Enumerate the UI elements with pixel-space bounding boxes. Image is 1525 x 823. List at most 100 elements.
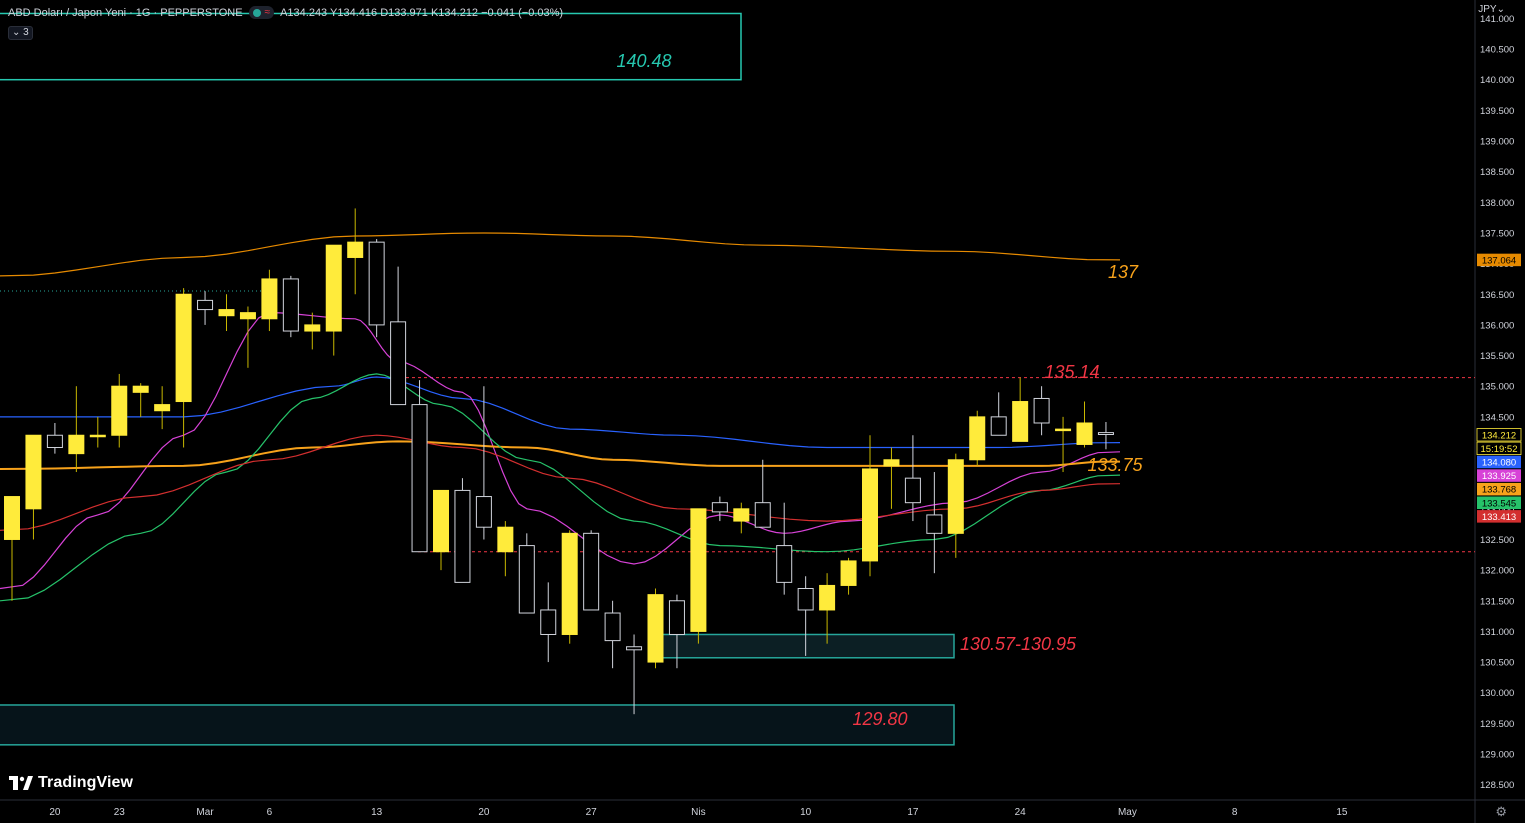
x-tick-label: 10 — [800, 807, 812, 818]
chart-background — [0, 0, 1525, 823]
label-129-80: 129.80 — [852, 709, 907, 729]
price-label-text: 133.768 — [1482, 485, 1516, 496]
ohlc-values: A134.243 Y134.416 D133.971 K134.212 −0.0… — [280, 6, 564, 19]
price-label-text: 15:19:52 — [1481, 444, 1518, 455]
candle-body — [626, 646, 643, 651]
zone-box-2 — [0, 704, 955, 746]
candle-body — [754, 502, 771, 528]
candle-body — [132, 385, 149, 393]
price-label-text: 133.925 — [1482, 471, 1516, 482]
x-tick-label: Nis — [691, 807, 705, 818]
tradingview-logo-icon — [9, 776, 33, 790]
y-tick-label: 129.000 — [1480, 750, 1514, 761]
y-tick-label: 139.000 — [1480, 136, 1514, 147]
price-label-text: 133.413 — [1482, 512, 1516, 523]
x-tick-label: May — [1118, 807, 1137, 818]
candle-body — [583, 532, 600, 611]
x-tick-label: 15 — [1336, 807, 1348, 818]
wave-icon: ≈ — [264, 7, 271, 18]
candle-body — [497, 526, 514, 553]
indicator-count: 3 — [23, 27, 29, 38]
candle-body — [947, 459, 964, 534]
y-tick-label: 131.500 — [1480, 596, 1514, 607]
settings-gear-icon[interactable]: ⚙ — [1495, 804, 1507, 820]
y-tick-label: 136.500 — [1480, 290, 1514, 301]
candle-body — [733, 508, 750, 522]
zone-box-1 — [653, 633, 955, 659]
candle-body — [154, 404, 171, 412]
candle-body — [433, 489, 449, 553]
candle-body — [561, 532, 578, 635]
candle-body — [711, 502, 728, 513]
candle-body — [926, 514, 943, 534]
y-tick-label: 135.000 — [1480, 382, 1514, 393]
candle-body — [668, 600, 685, 635]
candle-body — [904, 477, 921, 504]
x-tick-label: 23 — [114, 807, 126, 818]
label-137: 137 — [1108, 262, 1139, 282]
brand-name: TradingView — [38, 774, 134, 791]
status-pill[interactable]: ≈ — [248, 6, 275, 19]
candle-body — [111, 385, 128, 436]
candle-body — [454, 489, 471, 583]
candle-body — [776, 545, 793, 583]
tradingview-logo: TradingView — [9, 774, 133, 792]
y-tick-label: 137.500 — [1480, 228, 1514, 239]
symbol-title[interactable]: ABD Doları / Japon Yeni · 1G · PEPPERSTO… — [8, 7, 243, 19]
candle-body — [647, 594, 664, 663]
candle-body — [797, 588, 814, 611]
y-tick-label: 138.500 — [1480, 167, 1514, 178]
price-label-text: 134.212 — [1482, 430, 1516, 441]
y-tick-label: 132.000 — [1480, 566, 1514, 577]
y-tick-label: 141.000 — [1480, 14, 1514, 25]
candle-body — [518, 545, 535, 614]
x-tick-label: 27 — [586, 807, 598, 818]
candle-body — [840, 560, 857, 586]
x-tick-label: 17 — [907, 807, 919, 818]
x-tick-label: 6 — [267, 807, 273, 818]
candle-body — [475, 496, 492, 528]
indicators-toggle[interactable]: ⌄ 3 — [8, 26, 33, 40]
candle-body — [239, 312, 256, 320]
candle-body — [4, 496, 20, 540]
label-130-57-130-95: 130.57-130.95 — [960, 634, 1077, 654]
x-tick-label: 20 — [478, 807, 490, 818]
x-tick-label: 24 — [1015, 807, 1027, 818]
candle-body — [325, 244, 342, 332]
label-140-48: 140.48 — [616, 51, 671, 71]
candle-body — [1097, 432, 1114, 436]
price-label-text: 133.545 — [1482, 498, 1516, 509]
candle-body — [969, 416, 986, 461]
candle-body — [368, 241, 385, 326]
price-label-text: 137.064 — [1482, 255, 1516, 266]
y-tick-label: 140.500 — [1480, 45, 1514, 56]
y-tick-label: 136.000 — [1480, 320, 1514, 331]
candle-body — [604, 612, 621, 642]
market-open-icon — [252, 8, 261, 17]
x-tick-label: 20 — [49, 807, 61, 818]
y-tick-label: 135.500 — [1480, 351, 1514, 362]
candle-body — [819, 584, 836, 611]
x-tick-label: Mar — [196, 807, 214, 818]
candle-body — [990, 416, 1007, 436]
candle-body — [347, 241, 364, 258]
label-135-14: 135.14 — [1044, 362, 1099, 382]
candle-body — [282, 278, 299, 332]
x-tick-label: 8 — [1232, 807, 1238, 818]
x-tick-label: 13 — [371, 807, 383, 818]
y-tick-label: 128.500 — [1480, 780, 1514, 791]
price-chart[interactable]: 140.48 137 135.14 133.75 130.57-130.95 129.80… — [0, 0, 1525, 823]
currency-selector[interactable]: JPY⌄ — [1478, 4, 1505, 15]
candle-body — [89, 434, 106, 438]
candle-body — [1033, 397, 1050, 424]
y-tick-label: 138.000 — [1480, 198, 1514, 209]
candle-body — [197, 299, 214, 311]
candle-body — [390, 321, 407, 406]
candle-body — [1012, 401, 1029, 442]
y-tick-label: 131.000 — [1480, 627, 1514, 638]
candle-body — [68, 434, 85, 455]
candle-body — [218, 309, 235, 317]
chart-header: ABD Doları / Japon Yeni · 1G · PEPPERSTO… — [8, 6, 563, 19]
y-tick-label: 134.500 — [1480, 412, 1514, 423]
y-tick-label: 140.000 — [1480, 75, 1514, 86]
